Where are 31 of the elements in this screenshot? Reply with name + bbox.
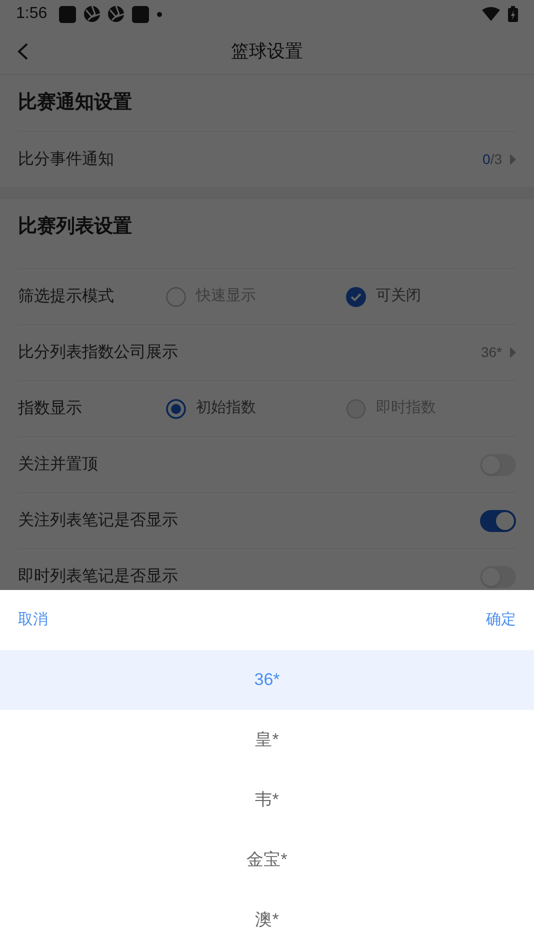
dot-icon xyxy=(157,12,162,16)
status-time: 1:56 xyxy=(16,4,48,24)
setting-label: 比分列表指数公司展示 xyxy=(18,342,178,362)
option-label: 初始指数 xyxy=(196,398,256,418)
setting-label: 指数显示 xyxy=(18,398,83,418)
setting-label: 即时列表笔记是否显示 xyxy=(18,566,178,586)
back-icon[interactable] xyxy=(17,43,28,60)
option-label: 可关闭 xyxy=(376,286,421,306)
right-arrow-icon xyxy=(510,347,516,358)
app-notification-icon xyxy=(59,6,76,22)
app-notification-icon xyxy=(132,6,150,22)
count-value: 0 xyxy=(482,150,490,169)
setting-label: 关注列表笔记是否显示 xyxy=(18,510,178,530)
aperture-icon xyxy=(108,6,124,22)
setting-label: 关注并置顶 xyxy=(18,454,98,474)
aperture-icon xyxy=(84,6,100,22)
setting-label: 比分事件通知 xyxy=(18,150,114,170)
battery-icon xyxy=(508,6,518,22)
radio-button[interactable] xyxy=(166,398,186,418)
section-title: 比赛列表设置 xyxy=(18,214,132,239)
checked-circle-icon[interactable] xyxy=(346,286,366,306)
radio-button[interactable] xyxy=(166,286,186,306)
section-title: 比赛通知设置 xyxy=(18,90,132,115)
page-title: 篮球设置 xyxy=(231,40,303,62)
picker-option[interactable]: 36* xyxy=(0,650,534,710)
cancel-button[interactable]: 取消 xyxy=(18,608,48,632)
wifi-icon xyxy=(482,7,500,21)
toggle-switch[interactable] xyxy=(480,510,516,532)
setting-label: 筛选提示模式 xyxy=(18,286,115,306)
confirm-button[interactable]: 确定 xyxy=(486,608,516,632)
right-arrow-icon xyxy=(510,154,516,165)
